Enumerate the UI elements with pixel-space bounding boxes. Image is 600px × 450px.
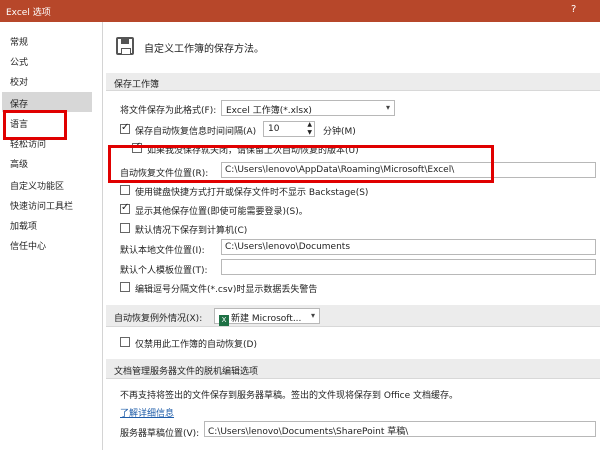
learn-more-link[interactable]: 了解详细信息 [120,406,174,419]
show-locations-label: 显示其他保存位置(即使可能需要登录)(S)。 [135,207,308,217]
offline-note: 不再支持将签出的文件保存到服务器草稿。签出的文件现将保存到 Office 文档缓… [120,391,458,401]
sidebar-item-addins[interactable]: 加载项 [10,219,37,232]
minutes-label: 分钟(M) [323,127,356,137]
show-locations-checkbox[interactable] [120,202,130,214]
section-offline-editing: 文档管理服务器文件的脱机编辑选项 [106,359,600,379]
minutes-value: 10 [268,124,280,134]
chevron-down-icon: ▾ [385,103,390,112]
csv-warning-label: 编辑逗号分隔文件(*.csv)时显示数据丢失警告 [135,285,318,295]
chevron-down-icon: ▾ [310,311,315,320]
backstage-label: 使用键盘快捷方式打开或保存文件时不显示 Backstage(S) [135,188,369,198]
disable-autorecover-label: 仅禁用此工作簿的自动恢复(D) [135,340,257,350]
exceptions-workbook-value: 新建 Microsoft... [231,314,302,324]
drafts-location-value: C:\Users\lenovo\Documents\SharePoint 草稿\ [208,427,409,437]
excel-icon: X [219,315,229,326]
sidebar-item-formulas[interactable]: 公式 [10,55,28,68]
autorecover-minutes-stepper[interactable]: 10 ▲ ▼ [263,121,315,137]
format-label: 将文件保存为此格式(F): [120,106,217,116]
offline-title: 文档管理服务器文件的脱机编辑选项 [114,367,259,377]
local-location-label: 默认本地文件位置(I): [120,246,205,256]
highlight-box-save [3,110,67,140]
drafts-location-input[interactable]: C:\Users\lenovo\Documents\SharePoint 草稿\ [204,421,596,437]
sidebar-item-save[interactable]: 保存 [10,97,28,110]
section-autorecover-exceptions: 自动恢复例外情况(X): [106,305,600,327]
local-location-input[interactable]: C:\Users\lenovo\Documents [221,239,596,255]
section-title: 保存工作簿 [114,80,160,90]
exceptions-workbook-select[interactable]: X 新建 Microsoft... ▾ [214,308,320,326]
drafts-location-label: 服务器草稿位置(V): [120,429,200,439]
backstage-checkbox[interactable] [120,185,130,195]
spin-up-icon[interactable]: ▲ [307,121,312,128]
autorecover-checkbox[interactable] [120,122,130,134]
personal-templates-input[interactable] [221,259,596,275]
save-icon [116,37,134,55]
section-save-workbooks: 保存工作簿 [106,73,600,91]
highlight-box-location [108,145,494,183]
sidebar-item-trust-center[interactable]: 信任中心 [10,239,46,252]
format-select[interactable]: Excel 工作簿(*.xlsx) ▾ [221,100,395,116]
autorecover-label: 保存自动恢复信息时间间隔(A) [135,127,257,137]
main-panel: 自定义工作簿的保存方法。 保存工作簿 将文件保存为此格式(F): Excel 工… [104,22,600,450]
csv-warning-checkbox[interactable] [120,282,130,292]
spin-down-icon[interactable]: ▼ [307,129,312,136]
help-button[interactable]: ? [571,4,576,15]
save-to-computer-label: 默认情况下保存到计算机(C) [135,226,248,236]
sidebar: 常规 公式 校对 保存 语言 轻松访问 高级 自定义功能区 快速访问工具栏 加载… [0,22,103,450]
sidebar-item-quick-access[interactable]: 快速访问工具栏 [10,199,73,212]
disable-autorecover-checkbox[interactable] [120,337,130,347]
sidebar-item-customize-ribbon[interactable]: 自定义功能区 [10,179,64,192]
personal-templates-label: 默认个人模板位置(T): [120,266,208,276]
title-bar: Excel 选项 ? [0,0,600,22]
sidebar-item-proofing[interactable]: 校对 [10,75,28,88]
sidebar-item-advanced[interactable]: 高级 [10,157,28,170]
sidebar-item-general[interactable]: 常规 [10,35,28,48]
page-intro: 自定义工作簿的保存方法。 [144,44,264,55]
format-value: Excel 工作簿(*.xlsx) [226,106,312,116]
exceptions-title: 自动恢复例外情况(X): [114,314,203,324]
window-title: Excel 选项 [6,8,51,18]
local-location-value: C:\Users\lenovo\Documents [225,242,351,252]
save-to-computer-checkbox[interactable] [120,223,130,233]
